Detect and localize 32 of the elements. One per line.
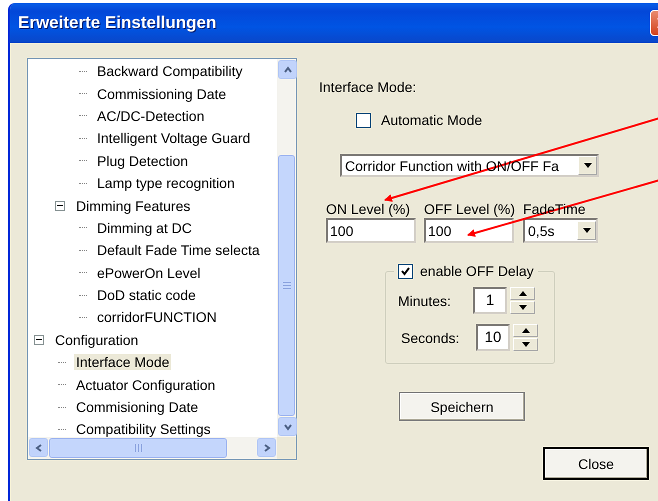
tree-item[interactable]: corridorFUNCTION [95, 309, 219, 326]
spinner-input[interactable]: 10 [476, 324, 510, 351]
tree-item[interactable]: Backward Compatibility [95, 63, 244, 80]
fade-time-dropdown[interactable]: 0,5s [523, 218, 598, 243]
checkbox-label: enable OFF Delay [420, 263, 534, 279]
tree-item[interactable]: Dimming at DC [95, 220, 194, 236]
tree-item[interactable]: Default Fade Time selecta [95, 242, 262, 258]
save-button[interactable]: Speichern [399, 392, 525, 421]
level-input[interactable]: 100 [326, 218, 416, 243]
tree-item[interactable]: Commisioning Date [74, 399, 200, 416]
tree-item[interactable]: ePowerOn Level [95, 264, 203, 281]
field-label: OFF Level (%) [424, 201, 516, 217]
spinner-label: Seconds: [400, 330, 460, 346]
tree-item[interactable]: Compatibility Settings [74, 421, 213, 437]
tree-item[interactable]: AC/DC-Detection [95, 108, 206, 124]
tree-item[interactable]: Plug Detection [95, 152, 190, 169]
close-dialog-button[interactable]: Close [543, 447, 649, 480]
spinner-label: Minutes: [398, 292, 452, 308]
tree-item[interactable]: Configuration [53, 332, 140, 348]
tree-item[interactable]: Actuator Configuration [74, 376, 218, 393]
tree-item[interactable]: Commissioning Date [95, 86, 228, 102]
checkbox-label: Automatic Mode [381, 112, 482, 128]
level-input[interactable]: 100 [424, 218, 514, 243]
window-title: Erweiterte Einstellungen [18, 13, 216, 33]
spinner-input[interactable]: 1 [473, 287, 507, 314]
tree-item[interactable]: Interface Mode [74, 354, 172, 370]
tree-item[interactable]: DoD static code [95, 287, 198, 304]
tree-item[interactable]: Lamp type recognition [95, 175, 237, 192]
tree-item[interactable]: Dimming Features [74, 198, 192, 214]
field-label: ON Level (%) [326, 201, 412, 217]
tree-item[interactable]: Intelligent Voltage Guard [95, 130, 252, 146]
section-heading: Interface Mode: [319, 79, 418, 95]
